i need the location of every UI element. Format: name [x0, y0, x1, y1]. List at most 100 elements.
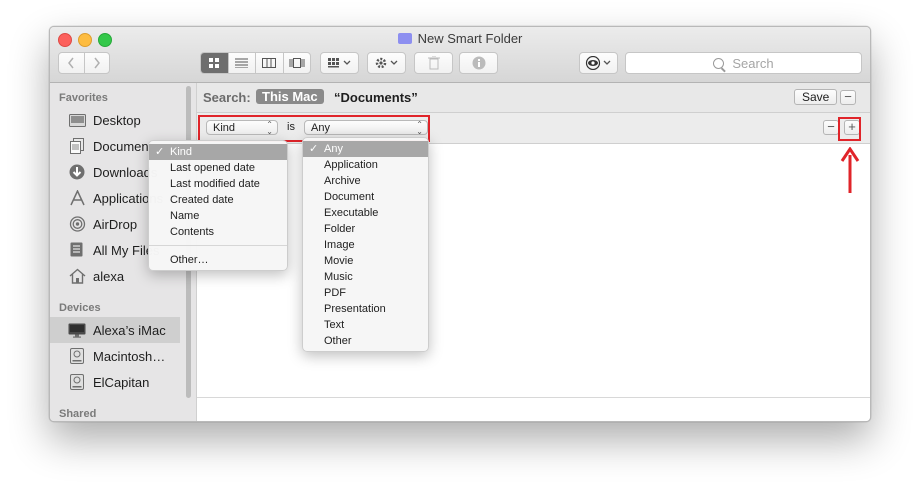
chevron-right-icon	[94, 57, 100, 69]
menu-item-label: Last modified date	[170, 178, 260, 190]
menu-item-presentation[interactable]: Presentation	[303, 301, 428, 317]
eye-icon	[585, 56, 610, 70]
sidebar-heading-devices: Devices	[59, 302, 101, 314]
save-button[interactable]: Save	[794, 89, 838, 105]
action-button[interactable]	[367, 52, 406, 74]
view-mode-control	[200, 52, 311, 74]
get-info-button[interactable]	[459, 52, 498, 74]
remove-scope-button[interactable]: −	[840, 90, 856, 105]
kind-menu: ✓ Any Application Archive Document Execut…	[302, 137, 429, 352]
list-view-button[interactable]	[227, 53, 256, 73]
menu-item-label: Last opened date	[170, 162, 256, 174]
menu-item-label: Folder	[324, 223, 356, 235]
menu-item-application[interactable]: Application	[303, 157, 428, 173]
menu-item-label: Archive	[324, 175, 361, 187]
menu-item-name[interactable]: Name	[149, 208, 287, 224]
menu-item-pdf[interactable]: PDF	[303, 285, 428, 301]
menu-item-label: Other	[324, 335, 352, 347]
scope-documents-button[interactable]: “Documents”	[334, 90, 418, 105]
sidebar-item-label: alexa	[93, 268, 125, 284]
sidebar-item-label: ElCapitan	[93, 374, 150, 390]
back-forward-control	[58, 52, 110, 74]
delete-button[interactable]	[414, 52, 453, 74]
menu-item-label: PDF	[324, 287, 346, 299]
sidebar-item-label: Alexa’s iMac	[93, 322, 166, 338]
menu-item-document[interactable]: Document	[303, 189, 428, 205]
list-view-icon	[235, 58, 249, 68]
info-icon	[472, 56, 485, 70]
icon-view-button[interactable]	[201, 53, 228, 73]
cover-flow-button[interactable]	[282, 53, 311, 73]
sidebar-item-macintosh-hd[interactable]: Macintosh…	[50, 343, 180, 369]
menu-item-label: Contents	[170, 226, 215, 238]
menu-item-kind[interactable]: ✓ Kind	[149, 144, 287, 160]
menu-item-other-kind[interactable]: Other	[303, 333, 428, 349]
icon-view-icon	[208, 57, 219, 68]
menu-item-label: Music	[324, 271, 353, 283]
menu-item-label: Document	[324, 191, 375, 203]
sidebar-item-desktop[interactable]: Desktop	[50, 107, 180, 133]
menu-item-label: Other…	[170, 254, 209, 266]
menu-item-label: Created date	[170, 194, 234, 206]
checkmark-icon: ✓	[155, 146, 165, 158]
menu-item-label: Executable	[324, 207, 379, 219]
search-scope-label: Search:	[203, 90, 251, 105]
cover-flow-icon	[289, 58, 305, 68]
imac-icon	[68, 322, 86, 338]
menu-item-last-modified-date[interactable]: Last modified date	[149, 176, 287, 192]
menu-item-label: Movie	[324, 255, 354, 267]
remove-criteria-button[interactable]: −	[823, 120, 839, 135]
red-arrow-icon	[840, 147, 860, 193]
menu-item-text[interactable]: Text	[303, 317, 428, 333]
documents-icon	[68, 138, 86, 154]
attribute-menu: ✓ Kind Last opened date Last modified dat…	[148, 140, 288, 271]
title-bar: New Smart Folder Search	[50, 27, 870, 83]
results-footer-divider	[197, 397, 870, 398]
smart-folder-icon	[397, 33, 412, 44]
sidebar-heading-favorites: Favorites	[59, 92, 108, 104]
scope-this-mac-button[interactable]: This Mac	[256, 89, 324, 104]
menu-item-movie[interactable]: Movie	[303, 253, 428, 269]
menu-item-executable[interactable]: Executable	[303, 205, 428, 221]
quick-look-button[interactable]	[579, 52, 618, 74]
window-title: New Smart Folder	[417, 31, 523, 46]
menu-item-label: Name	[170, 210, 200, 222]
menu-item-folder[interactable]: Folder	[303, 221, 428, 237]
menu-item-last-opened-date[interactable]: Last opened date	[149, 160, 287, 176]
checkmark-icon: ✓	[309, 143, 319, 155]
back-button[interactable]	[59, 53, 84, 73]
menu-item-archive[interactable]: Archive	[303, 173, 428, 189]
menu-item-label: Application	[324, 159, 378, 171]
menu-item-label: Kind	[170, 146, 193, 158]
menu-item-any[interactable]: ✓ Any	[303, 141, 428, 157]
search-icon	[713, 57, 725, 69]
trash-icon	[427, 56, 440, 70]
forward-button[interactable]	[83, 53, 110, 73]
search-scope-bar: Search: This Mac “Documents” Save −	[197, 83, 870, 113]
menu-item-label: Text	[324, 319, 345, 331]
sidebar-heading-shared: Shared	[59, 408, 97, 420]
menu-item-label: Any	[324, 143, 343, 155]
sidebar-item-elcapitan[interactable]: ElCapitan	[50, 369, 180, 395]
menu-item-other[interactable]: Other…	[149, 252, 287, 268]
sidebar-item-label: Desktop	[93, 112, 141, 128]
window-title-area: New Smart Folder	[50, 31, 870, 46]
menu-item-label: Image	[324, 239, 355, 251]
arrange-button[interactable]	[320, 52, 359, 74]
menu-item-created-date[interactable]: Created date	[149, 192, 287, 208]
toolbar-search-field[interactable]: Search	[625, 52, 862, 74]
column-view-button[interactable]	[255, 53, 283, 73]
menu-item-contents[interactable]: Contents	[149, 224, 287, 240]
sidebar-item-label: Macintosh…	[93, 348, 166, 364]
menu-item-image[interactable]: Image	[303, 237, 428, 253]
search-placeholder: Search	[732, 55, 774, 71]
arrange-icon	[327, 58, 350, 68]
add-button-highlight-box	[838, 117, 861, 141]
sidebar-item-label: AirDrop	[93, 216, 138, 232]
column-view-icon	[262, 58, 277, 68]
disk-icon	[68, 348, 86, 364]
sidebar-item-alexas-imac[interactable]: Alexa’s iMac	[50, 317, 180, 343]
all-files-icon	[68, 242, 86, 258]
downloads-icon	[68, 164, 86, 180]
menu-item-music[interactable]: Music	[303, 269, 428, 285]
